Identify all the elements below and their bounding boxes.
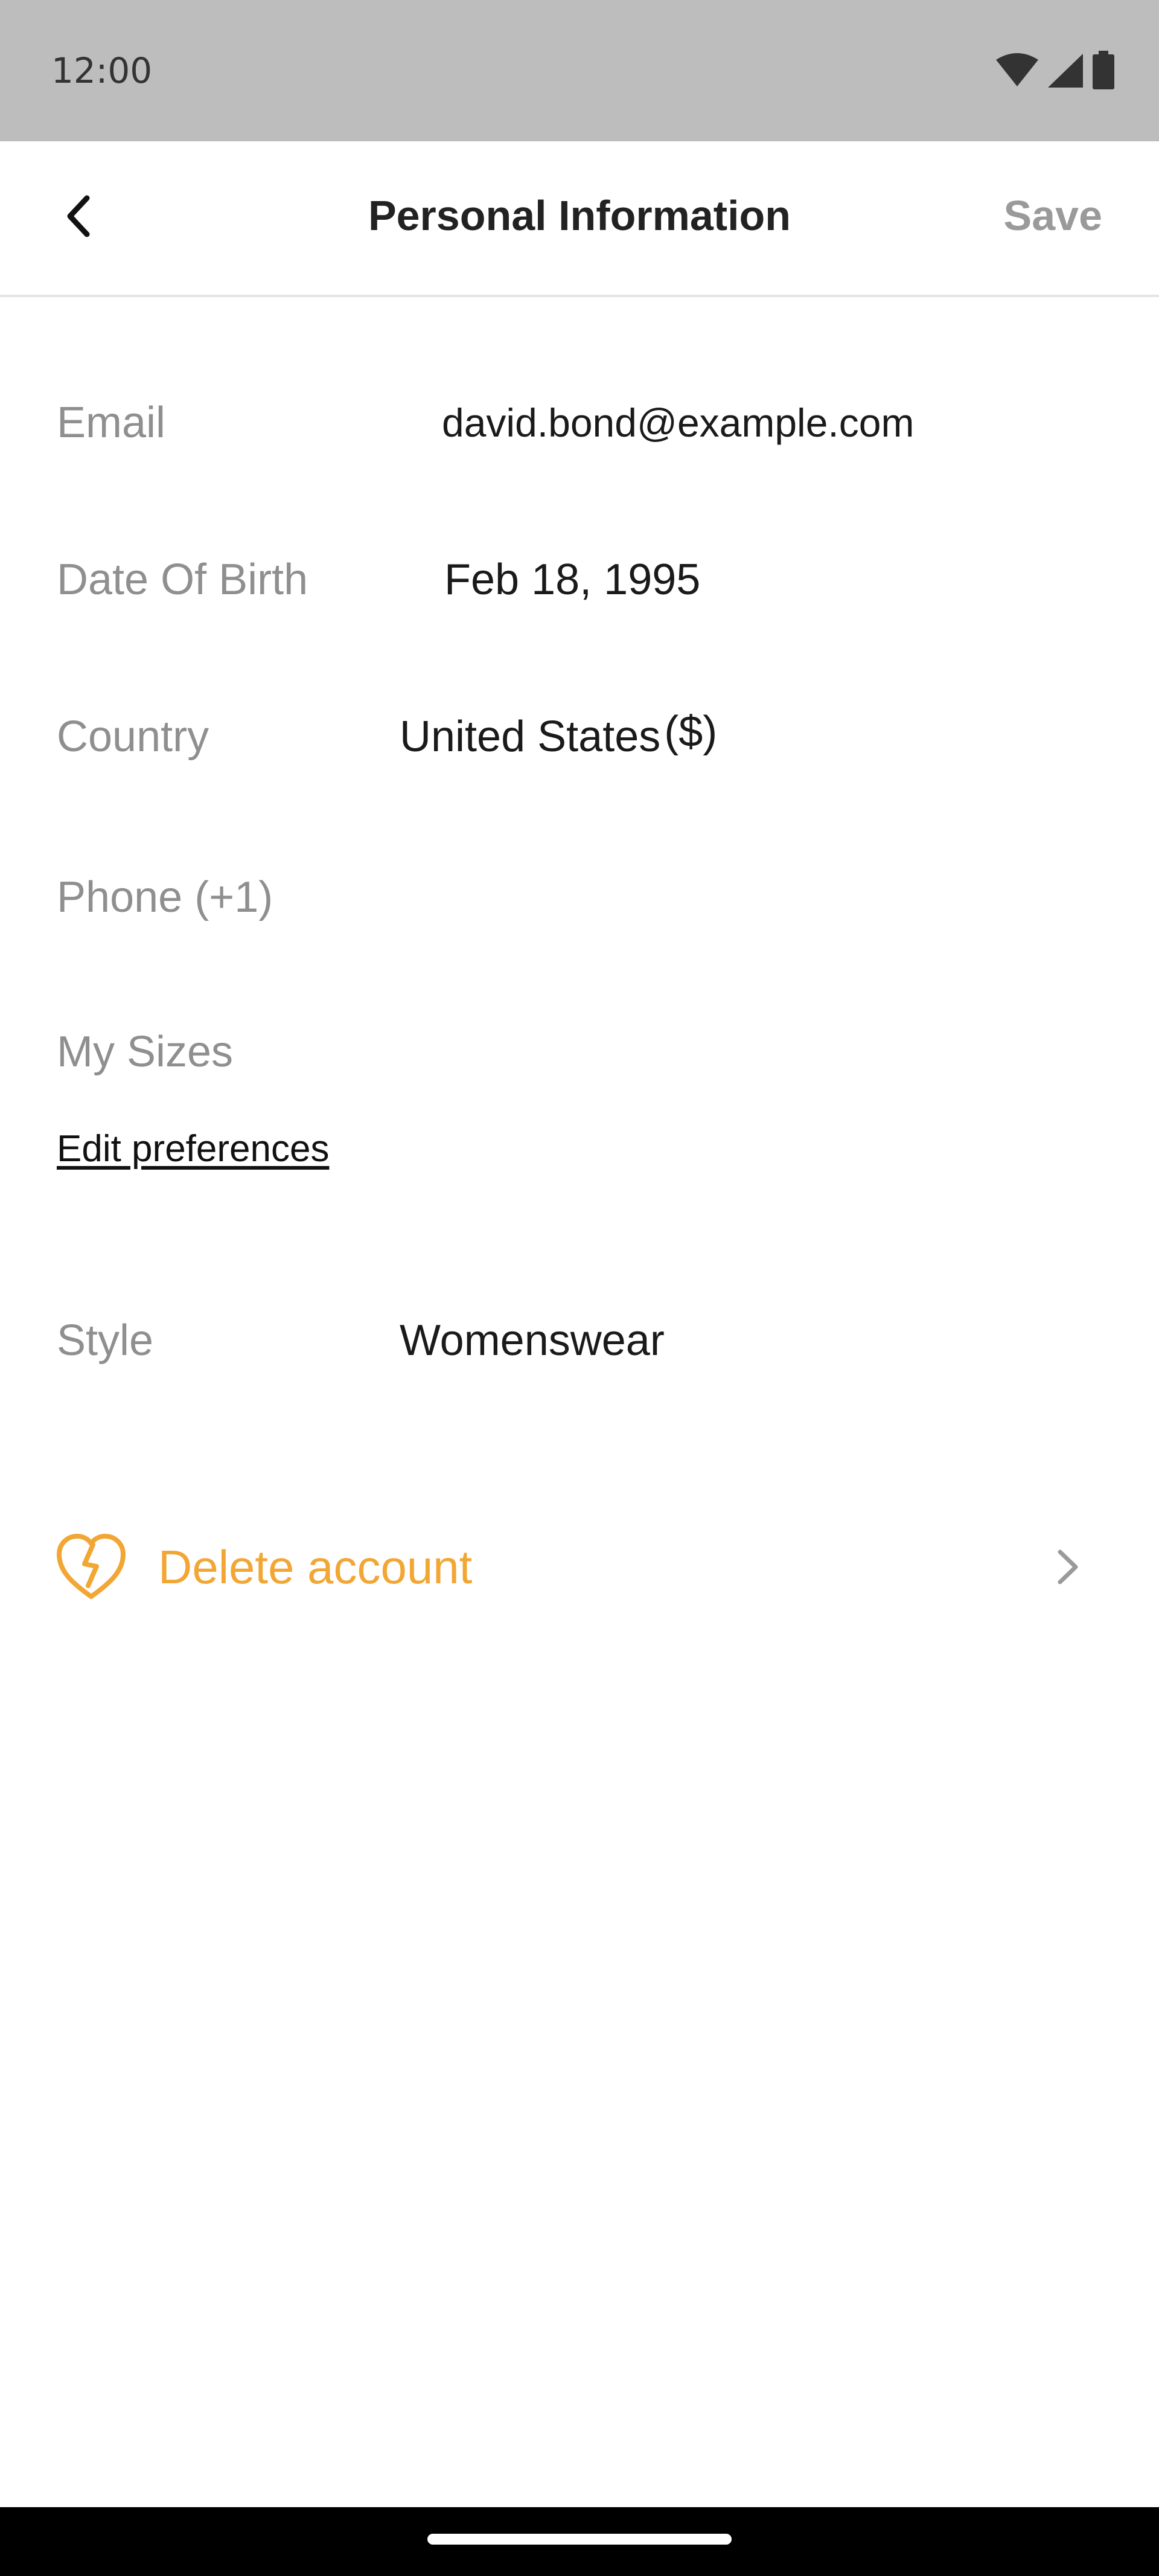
chevron-right-icon [1058, 1549, 1078, 1584]
style-row: Style Womenswear [0, 1298, 1159, 1383]
country-value: United States [400, 713, 661, 761]
delete-account-button[interactable]: Delete account [0, 1510, 1159, 1624]
screen: 12:00 Personal Information Save Email da… [0, 0, 1159, 2576]
page-title: Personal Information [368, 192, 791, 239]
delete-account-label: Delete account [158, 1540, 473, 1594]
save-button[interactable]: Save [1004, 188, 1102, 243]
broken-heart-icon [57, 1534, 126, 1599]
style-label: Style [57, 1316, 154, 1365]
email-row: Email david.bond@example.com [0, 380, 1159, 465]
wifi-icon [996, 53, 1038, 86]
email-label: Email [57, 399, 166, 447]
status-time: 12:00 [51, 50, 153, 91]
date-of-birth-field[interactable]: Feb 18, 1995 [444, 537, 700, 622]
cellular-signal-icon [1048, 54, 1083, 88]
app-bar: Personal Information Save [0, 141, 1159, 297]
back-button[interactable] [42, 180, 115, 252]
country-selector[interactable]: United States($) [400, 694, 717, 779]
date-of-birth-row: Date Of Birth Feb 18, 1995 [0, 537, 1159, 622]
battery-icon [1093, 51, 1114, 89]
chevron-left-icon [67, 195, 90, 237]
date-of-birth-label: Date Of Birth [57, 556, 308, 604]
phone-label: Phone (+1) [57, 873, 273, 921]
my-sizes-row: My Sizes [0, 1010, 1159, 1094]
style-selector[interactable]: Womenswear [400, 1298, 665, 1383]
phone-row: Phone (+1) [0, 855, 1159, 940]
status-bar: 12:00 [0, 0, 1159, 141]
system-navigation-bar [0, 2507, 1159, 2576]
my-sizes-label: My Sizes [57, 1028, 234, 1076]
status-icons [995, 51, 1116, 91]
country-row: Country United States($) [0, 694, 1159, 779]
phone-input[interactable] [400, 867, 1100, 928]
edit-preferences-link[interactable]: Edit preferences [57, 1122, 329, 1176]
home-handle[interactable] [427, 2534, 732, 2545]
currency-value: ($) [664, 708, 718, 756]
country-label: Country [57, 713, 209, 761]
email-value: david.bond@example.com [442, 400, 915, 445]
